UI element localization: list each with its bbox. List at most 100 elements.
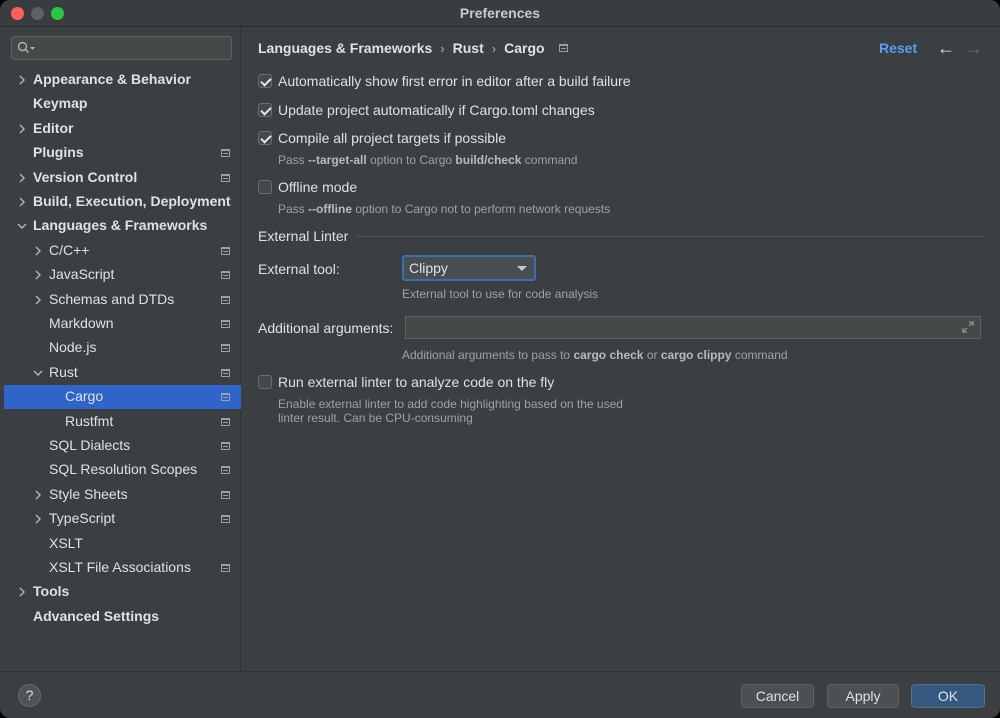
offline-mode-option[interactable]: Offline mode (258, 177, 357, 197)
external-linter-section-title: External Linter (258, 228, 349, 244)
sidebar-item-label: Style Sheets (49, 486, 128, 502)
sidebar-item[interactable]: Keymap (4, 92, 241, 116)
sidebar-item[interactable]: XSLT (4, 532, 241, 556)
search-icon[interactable] (17, 41, 37, 55)
chevron-right-icon[interactable] (17, 173, 27, 183)
run-on-fly-hint-line-2: linter result. Can be CPU-consuming (278, 411, 473, 425)
compile-all-hint: Pass --target-all option to Cargo build/… (278, 153, 578, 167)
project-settings-icon (221, 271, 230, 279)
project-settings-icon (221, 296, 230, 304)
breadcrumb-item: Languages & Frameworks (258, 40, 433, 56)
sidebar-item-label: Languages & Frameworks (33, 217, 208, 233)
sidebar-item-label: Node.js (49, 339, 97, 355)
external-tool-dropdown[interactable]: Clippy (402, 255, 536, 281)
sidebar-item[interactable]: SQL Resolution Scopes (4, 458, 241, 482)
settings-content: Languages & Frameworks › Rust › Cargo Re… (242, 27, 1000, 671)
sidebar-item[interactable]: JavaScript (4, 263, 241, 287)
settings-search-input[interactable] (11, 36, 232, 60)
compile-all-checkbox[interactable] (258, 131, 272, 145)
run-on-fly-checkbox[interactable] (258, 375, 272, 389)
sidebar-item[interactable]: Node.js (4, 336, 241, 360)
chevron-down-icon[interactable] (33, 368, 43, 378)
sidebar-item-label: Version Control (33, 169, 138, 185)
sidebar-item[interactable]: C/C++ (4, 239, 241, 263)
chevron-right-icon[interactable] (17, 197, 27, 207)
back-arrow-icon[interactable]: ← (937, 38, 955, 59)
project-settings-icon (221, 564, 230, 572)
project-settings-icon (221, 149, 230, 157)
sidebar-item[interactable]: Editor (4, 117, 241, 141)
sidebar-item[interactable]: Rustfmt (4, 410, 241, 434)
auto-show-error-option[interactable]: Automatically show first error in editor… (258, 71, 630, 91)
project-settings-icon (221, 515, 230, 523)
sidebar-item[interactable]: Rust (4, 361, 241, 385)
chevron-right-icon[interactable] (33, 295, 43, 305)
project-settings-icon (221, 344, 230, 352)
breadcrumb: Languages & Frameworks › Rust › Cargo (258, 40, 568, 56)
window-title: Preferences (459, 5, 541, 21)
offline-mode-hint: Pass --offline option to Cargo not to pe… (278, 202, 611, 216)
update-project-label: Update project automatically if Cargo.to… (278, 102, 595, 118)
sidebar-item[interactable]: Cargo (4, 385, 241, 409)
preferences-window: Preferences Appearance & Behavior Keymap E… (0, 0, 1000, 718)
sidebar-item-label: Markdown (49, 315, 114, 331)
sidebar-item-label: XSLT (49, 535, 83, 551)
external-tool-hint: External tool to use for code analysis (402, 287, 599, 301)
expand-icon[interactable] (961, 320, 975, 334)
sidebar-item[interactable]: Languages & Frameworks (4, 214, 241, 238)
chevron-right-icon[interactable] (17, 75, 27, 85)
update-project-checkbox[interactable] (258, 103, 272, 117)
auto-show-error-checkbox[interactable] (258, 74, 272, 88)
sidebar-item-label: SQL Dialects (49, 437, 131, 453)
project-settings-icon (221, 247, 230, 255)
run-on-fly-label: Run external linter to analyze code on t… (278, 374, 555, 390)
sidebar-item[interactable]: Markdown (4, 312, 241, 336)
chevron-down-icon[interactable] (17, 221, 27, 231)
project-settings-icon (221, 418, 230, 426)
dialog-footer: ? Cancel Apply OK (0, 671, 1000, 718)
sidebar-item-label: Editor (33, 120, 74, 136)
reset-button[interactable]: Reset (879, 40, 917, 56)
sidebar-item-label: XSLT File Associations (49, 559, 191, 575)
sidebar-item-label: Keymap (33, 95, 88, 111)
chevron-right-icon[interactable] (17, 124, 27, 134)
ok-button[interactable]: OK (911, 684, 985, 708)
sidebar-item[interactable]: SQL Dialects (4, 434, 241, 458)
chevron-right-icon[interactable] (33, 490, 43, 500)
chevron-down-icon (517, 266, 527, 271)
help-button[interactable]: ? (18, 684, 41, 707)
chevron-right-icon: › (491, 40, 497, 56)
sidebar-item-label: Tools (33, 583, 70, 599)
chevron-right-icon: › (440, 40, 445, 56)
auto-show-error-label: Automatically show first error in editor… (278, 73, 631, 89)
cancel-button[interactable]: Cancel (741, 684, 814, 708)
forward-arrow-icon[interactable]: → (965, 38, 983, 59)
update-project-option[interactable]: Update project automatically if Cargo.to… (258, 100, 595, 120)
sidebar-item[interactable]: Tools (4, 580, 241, 604)
breadcrumb-item: Rust (452, 40, 484, 56)
chevron-right-icon[interactable] (17, 587, 27, 597)
sidebar-item[interactable]: Build, Execution, Deployment (4, 190, 241, 214)
sidebar-item-label: Appearance & Behavior (33, 71, 191, 87)
offline-mode-checkbox[interactable] (258, 180, 272, 194)
sidebar-item[interactable]: Plugins (4, 141, 241, 165)
sidebar-item[interactable]: Style Sheets (4, 483, 241, 507)
compile-all-option[interactable]: Compile all project targets if possible (258, 128, 506, 148)
run-on-fly-option[interactable]: Run external linter to analyze code on t… (258, 372, 554, 392)
settings-sidebar: Appearance & Behavior Keymap Editor Plugins… (0, 27, 241, 671)
additional-arguments-hint: Additional arguments to pass to cargo ch… (402, 348, 788, 362)
chevron-right-icon[interactable] (33, 270, 43, 280)
additional-arguments-label: Additional arguments: (258, 320, 394, 336)
sidebar-item[interactable]: XSLT File Associations (4, 556, 241, 580)
chevron-right-icon[interactable] (33, 246, 43, 256)
additional-arguments-input[interactable] (405, 316, 981, 339)
sidebar-item[interactable]: Advanced Settings (4, 605, 241, 629)
chevron-right-icon[interactable] (33, 514, 43, 524)
apply-button[interactable]: Apply (827, 684, 899, 708)
sidebar-item[interactable]: Schemas and DTDs (4, 288, 241, 312)
sidebar-item[interactable]: Version Control (4, 166, 241, 190)
sidebar-item[interactable]: TypeScript (4, 507, 241, 531)
run-on-fly-hint-line-1: Enable external linter to add code highl… (278, 397, 623, 411)
sidebar-item-label: Schemas and DTDs (49, 291, 175, 307)
sidebar-item[interactable]: Appearance & Behavior (4, 68, 241, 92)
